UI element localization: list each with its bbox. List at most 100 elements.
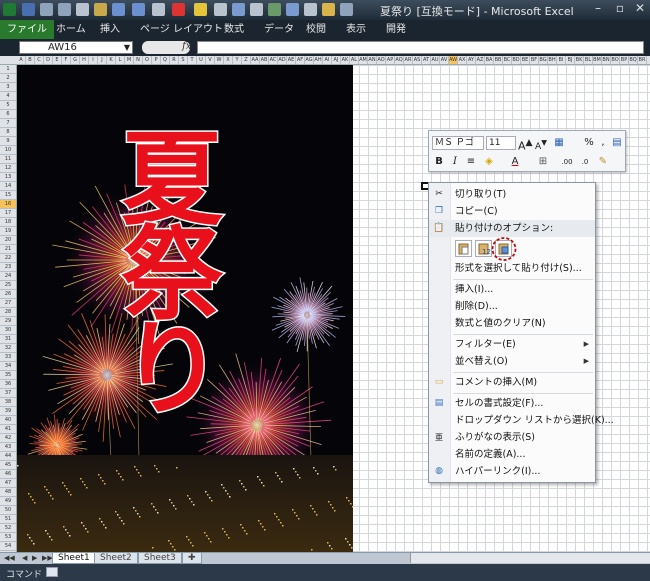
percent-icon[interactable]: %	[582, 136, 596, 150]
row-header-cell[interactable]: 32	[0, 344, 16, 353]
quick-access-icon[interactable]	[250, 3, 263, 16]
column-header-cell[interactable]: AT	[422, 56, 431, 64]
row-header-cell[interactable]: 7	[0, 119, 16, 128]
column-header-cell[interactable]: H	[80, 56, 89, 64]
row-header-cell[interactable]: 2	[0, 74, 16, 83]
menu-item-define-name[interactable]: 名前の定義(A)...	[429, 446, 595, 463]
column-header-cell[interactable]: V	[206, 56, 215, 64]
column-header-cell[interactable]: AY	[467, 56, 476, 64]
row-header-cell[interactable]: 1	[0, 65, 16, 74]
row-header-cell[interactable]: 34	[0, 362, 16, 371]
column-header-cell[interactable]: P	[152, 56, 161, 64]
quick-access-icon[interactable]	[94, 3, 107, 16]
column-header-cell[interactable]: Q	[161, 56, 170, 64]
font-name-box[interactable]: ＭＳ Ｐゴ	[432, 136, 484, 150]
column-header-cell[interactable]: G	[71, 56, 80, 64]
row-header-cell[interactable]: 37	[0, 389, 16, 398]
tab-data[interactable]: データ	[256, 20, 302, 39]
column-header-cell[interactable]: AF	[296, 56, 305, 64]
column-header-cell[interactable]: J	[98, 56, 107, 64]
column-header-cell[interactable]: I	[89, 56, 98, 64]
column-header-cell[interactable]: S	[179, 56, 188, 64]
redo-icon[interactable]	[132, 3, 145, 16]
tab-home[interactable]: ホーム	[48, 20, 94, 39]
column-header-cell[interactable]: AG	[305, 56, 314, 64]
row-header-cell[interactable]: 50	[0, 506, 16, 515]
row-header-cell[interactable]: 49	[0, 497, 16, 506]
menu-item-hyperlink[interactable]: ◍ ハイパーリンク(I)...	[429, 463, 595, 480]
menu-item-insert-comment[interactable]: ▭ コメントの挿入(M)	[429, 374, 595, 391]
menu-item-paste-special[interactable]: 形式を選択して貼り付け(S)...	[429, 260, 595, 277]
column-header-cell[interactable]: BL	[584, 56, 593, 64]
row-header-cell[interactable]: 36	[0, 380, 16, 389]
sheet-tab[interactable]: Sheet1	[52, 553, 96, 564]
insert-function-button[interactable]: fx	[182, 41, 196, 54]
column-header-cell[interactable]: BG	[539, 56, 548, 64]
column-header-cell[interactable]: C	[35, 56, 44, 64]
column-header-cell[interactable]: BC	[503, 56, 512, 64]
fill-color-icon[interactable]: ◈	[482, 155, 496, 169]
column-header-cell[interactable]: AE	[287, 56, 296, 64]
column-header-cell[interactable]: L	[116, 56, 125, 64]
row-header-cell[interactable]: 18	[0, 218, 16, 227]
row-header-cell[interactable]: 11	[0, 155, 16, 164]
column-header-cell[interactable]: K	[107, 56, 116, 64]
column-header-cell[interactable]: AR	[404, 56, 413, 64]
excel-app-icon[interactable]	[3, 3, 16, 16]
column-header-cell[interactable]: AK	[341, 56, 350, 64]
column-header-cell[interactable]: AN	[368, 56, 377, 64]
row-header-cell[interactable]: 43	[0, 443, 16, 452]
menu-item-format-cells[interactable]: ▤ セルの書式設定(F)...	[429, 395, 595, 412]
menu-item-dropdown-list[interactable]: ドロップダウン リストから選択(K)...	[429, 412, 614, 429]
row-header-cell[interactable]: 29	[0, 317, 16, 326]
row-header-cell[interactable]: 25	[0, 281, 16, 290]
next-sheet-icon[interactable]: ▶	[32, 554, 37, 562]
tab-file[interactable]: ファイル	[0, 20, 54, 39]
font-color-icon[interactable]	[172, 3, 185, 16]
horizontal-scrollbar[interactable]	[410, 553, 650, 563]
fireworks-picture[interactable]: 夏 祭 り	[17, 65, 353, 552]
column-header-cell[interactable]: AJ	[332, 56, 341, 64]
column-header-cell[interactable]: BI	[557, 56, 566, 64]
row-header-cell[interactable]: 44	[0, 452, 16, 461]
comma-icon[interactable]: ,	[596, 136, 610, 150]
column-header-cell[interactable]: U	[197, 56, 206, 64]
row-header-cell[interactable]: 12	[0, 164, 16, 173]
row-header-cell[interactable]: 6	[0, 110, 16, 119]
column-header-cell[interactable]: R	[170, 56, 179, 64]
center-align-icon[interactable]: ≡	[464, 155, 478, 169]
decrease-decimal-icon[interactable]: .0	[578, 155, 592, 169]
paste-option-values[interactable]: 123	[475, 240, 495, 257]
row-header-cell[interactable]: 5	[0, 101, 16, 110]
column-header-cell[interactable]: AS	[413, 56, 422, 64]
row-header-cell[interactable]: 47	[0, 479, 16, 488]
row-header-cell[interactable]: 52	[0, 524, 16, 533]
quick-access-icon[interactable]	[40, 3, 53, 16]
column-header-cell[interactable]: AH	[314, 56, 323, 64]
row-header-cell[interactable]: 10	[0, 146, 16, 155]
column-header-cell[interactable]: F	[62, 56, 71, 64]
tab-review[interactable]: 校閲	[298, 20, 334, 39]
bold-button[interactable]: B	[432, 155, 446, 169]
row-header-cell[interactable]: 28	[0, 308, 16, 317]
chevron-down-icon[interactable]: ▼	[124, 42, 130, 53]
name-box[interactable]: AW16 ▼	[19, 41, 133, 54]
row-header-cell[interactable]: 31	[0, 335, 16, 344]
row-header-cell[interactable]: 26	[0, 290, 16, 299]
column-header-cell[interactable]: BM	[593, 56, 602, 64]
row-header-cell[interactable]: 30	[0, 326, 16, 335]
row-header-cell[interactable]: 17	[0, 209, 16, 218]
print-icon[interactable]	[76, 3, 89, 16]
column-header-cell[interactable]: AQ	[395, 56, 404, 64]
row-header-cell[interactable]: 24	[0, 272, 16, 281]
highlight-icon[interactable]	[194, 3, 207, 16]
column-header-cell[interactable]: BR	[638, 56, 647, 64]
column-header-cell[interactable]: D	[44, 56, 53, 64]
menu-item-filter[interactable]: フィルター(E) ▶	[429, 336, 595, 353]
column-header-cell[interactable]: AX	[458, 56, 467, 64]
column-header-cell[interactable]: AI	[323, 56, 332, 64]
column-header-cell[interactable]: BJ	[566, 56, 575, 64]
column-header-cell[interactable]: AP	[386, 56, 395, 64]
column-header-cell[interactable]: BF	[530, 56, 539, 64]
menu-item-furigana[interactable]: 亜 ふりがなの表示(S)	[429, 429, 595, 446]
